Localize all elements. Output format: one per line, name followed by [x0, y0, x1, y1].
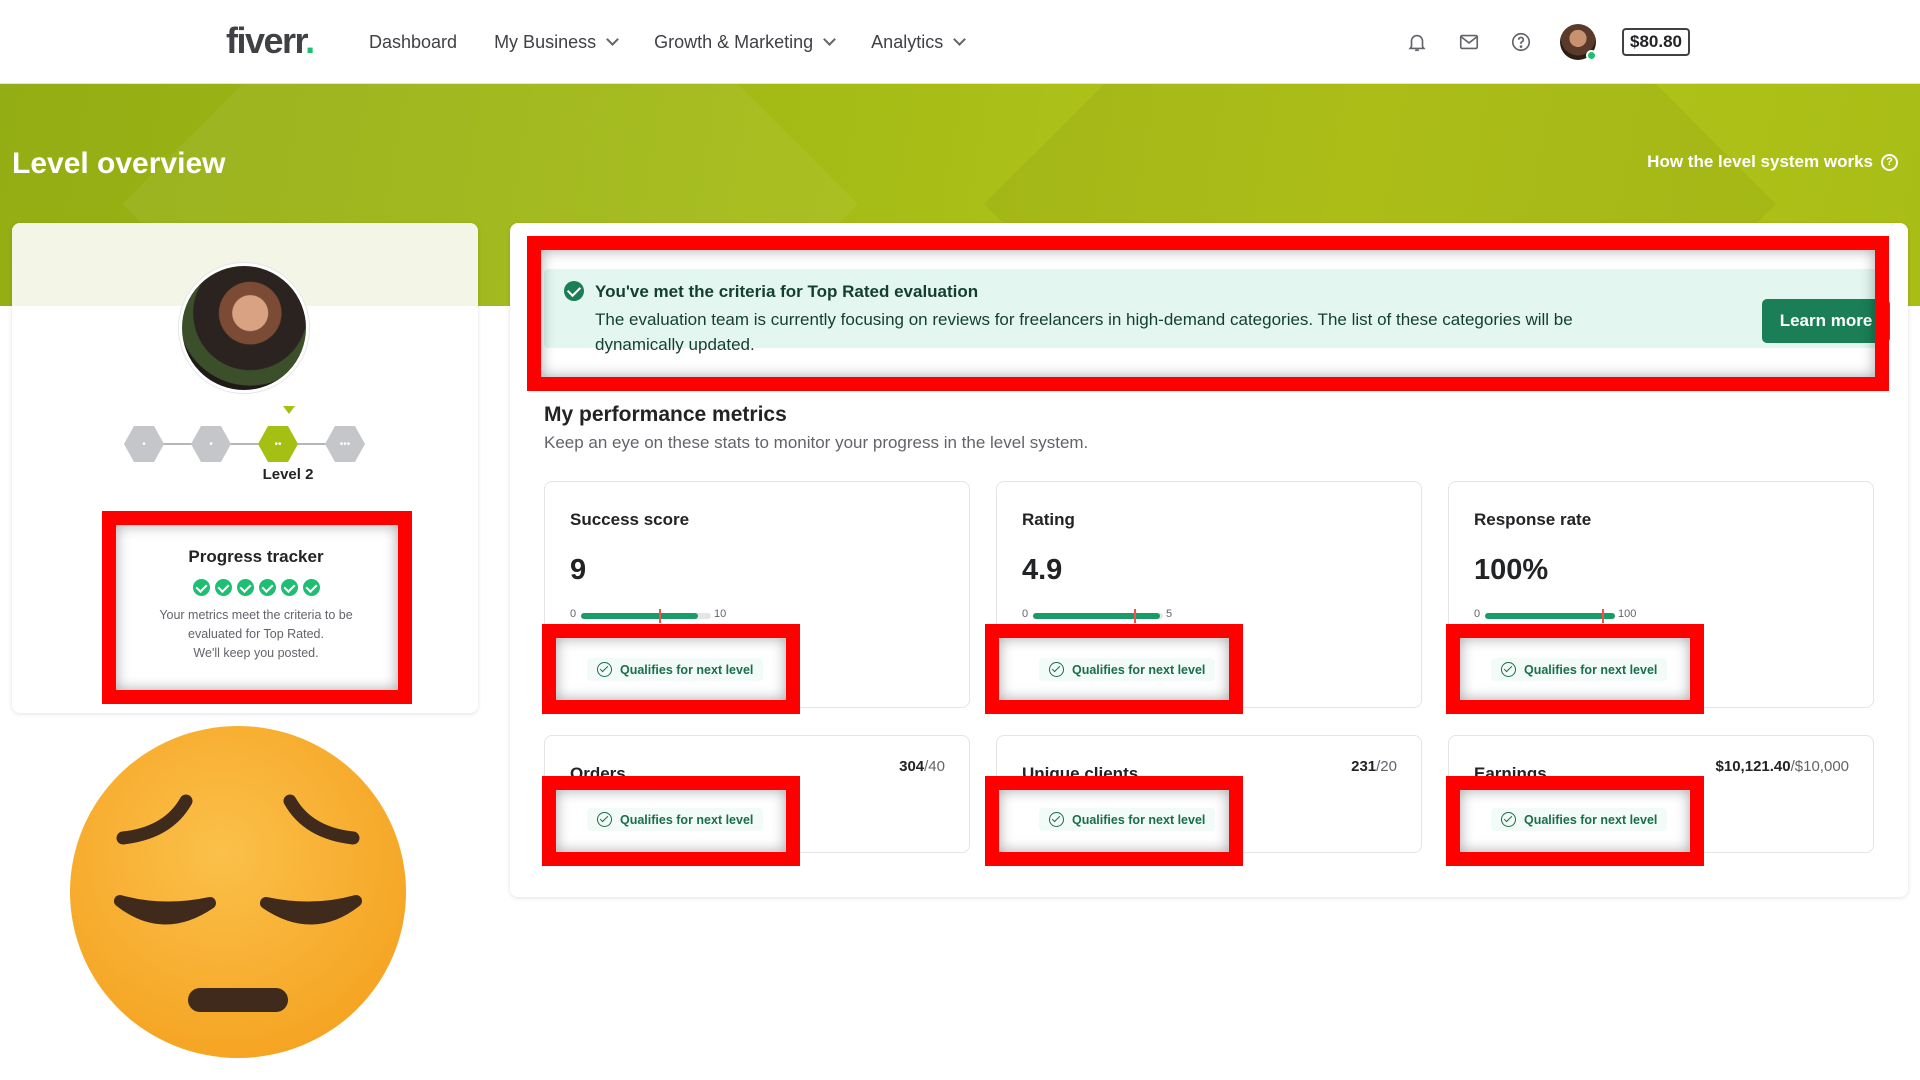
metric-value: 4.9	[1022, 554, 1063, 586]
level-system-link[interactable]: How the level system works ?	[1647, 152, 1898, 172]
metric-count: 231/20	[1351, 758, 1397, 775]
pensive-face-emoji-icon	[70, 726, 406, 1058]
metric-card-unique-clients: Unique clients 231/20 Qualifies for next…	[996, 735, 1422, 853]
chevron-down-icon	[823, 33, 837, 46]
progress-tracker-text: Your metrics meet the criteria to be eva…	[159, 608, 353, 660]
check-icon	[302, 579, 320, 596]
metric-value: 100%	[1474, 554, 1549, 586]
check-circle-icon	[564, 281, 584, 301]
page-title: Level overview	[12, 147, 226, 180]
nav-actions: $80.80	[1404, 0, 1690, 84]
chevron-down-icon	[953, 33, 967, 46]
top-rated-banner: You've met the criteria for Top Rated ev…	[544, 269, 1890, 354]
check-circle-icon	[597, 812, 612, 827]
metric-label: Success score	[570, 510, 690, 529]
banner-text: The evaluation team is currently focusin…	[595, 310, 1573, 354]
check-circle-icon	[1501, 812, 1516, 827]
metric-card-response-rate: Response rate 100% 0 100 Qualifies for n…	[1448, 481, 1874, 708]
metric-count: 304/40	[899, 758, 945, 775]
top-rated-badge: •••	[325, 426, 365, 462]
balance-badge[interactable]: $80.80	[1622, 28, 1690, 56]
check-icon	[236, 579, 254, 596]
metric-label: Orders	[570, 764, 626, 783]
check-icon	[214, 579, 232, 596]
learn-more-button[interactable]: Learn more	[1762, 299, 1890, 343]
qualifies-badge: Qualifies for next level	[1039, 658, 1216, 681]
profile-photo	[179, 263, 309, 393]
metric-card-rating: Rating 4.9 0 5 Qualifies for next level	[996, 481, 1422, 708]
nav-growth-marketing[interactable]: Growth & Marketing	[654, 32, 837, 53]
check-icon	[258, 579, 276, 596]
level-new-seller-badge: •	[124, 426, 164, 462]
metric-label: Rating	[1022, 510, 1075, 529]
chevron-down-icon	[606, 33, 619, 46]
qualifies-badge: Qualifies for next level	[1491, 658, 1668, 681]
level-track: • • •• •••	[124, 419, 365, 469]
metric-progress-bar: 0 10	[570, 606, 726, 626]
level-label: Level 2	[262, 466, 314, 483]
question-icon: ?	[1881, 153, 1898, 171]
metric-label: Unique clients	[1022, 764, 1139, 783]
main-menu: Dashboard My Business Growth & Marketing…	[369, 0, 967, 84]
help-icon[interactable]	[1508, 29, 1534, 55]
qualifies-badge: Qualifies for next level	[1491, 808, 1668, 831]
qualifies-badge: Qualifies for next level	[587, 808, 764, 831]
check-circle-icon	[1049, 812, 1064, 827]
metric-value: 9	[570, 554, 587, 586]
metric-card-orders: Orders 304/40 Qualifies for next level	[544, 735, 970, 853]
metric-label: Earnings	[1474, 764, 1547, 783]
mail-icon[interactable]	[1456, 29, 1482, 55]
banner-title: You've met the criteria for Top Rated ev…	[595, 282, 979, 301]
bell-icon[interactable]	[1404, 29, 1430, 55]
fiverr-logo[interactable]: fiverr.	[226, 20, 315, 62]
check-circle-icon	[1501, 662, 1516, 677]
level-1-badge: •	[191, 426, 231, 462]
performance-card: You've met the criteria for Top Rated ev…	[510, 223, 1908, 897]
top-navigation: fiverr. Dashboard My Business Growth & M…	[0, 0, 1920, 84]
nav-analytics[interactable]: Analytics	[871, 32, 967, 53]
check-circle-icon	[597, 662, 612, 677]
progress-tracker: Progress tracker Your metrics meet the c…	[105, 513, 407, 703]
progress-checks	[105, 579, 407, 596]
current-level-marker-icon	[283, 406, 295, 414]
qualifies-badge: Qualifies for next level	[1039, 808, 1216, 831]
level-2-badge: ••	[258, 426, 298, 462]
metrics-title: My performance metrics	[544, 403, 787, 426]
metric-progress-bar: 0 100	[1474, 606, 1636, 626]
nav-dashboard[interactable]: Dashboard	[369, 32, 457, 53]
online-status-dot	[1586, 50, 1597, 61]
nav-my-business[interactable]: My Business	[494, 32, 619, 53]
qualifies-badge: Qualifies for next level	[587, 658, 764, 681]
metric-count: $10,121.40/$10,000	[1715, 758, 1849, 775]
metric-label: Response rate	[1474, 510, 1592, 529]
user-avatar[interactable]	[1560, 24, 1597, 61]
check-icon	[280, 579, 298, 596]
metric-progress-bar: 0 5	[1022, 606, 1172, 626]
check-icon	[192, 579, 210, 596]
metric-card-earnings: Earnings $10,121.40/$10,000 Qualifies fo…	[1448, 735, 1874, 853]
progress-tracker-title: Progress tracker	[188, 547, 324, 566]
check-circle-icon	[1049, 662, 1064, 677]
metrics-subtitle: Keep an eye on these stats to monitor yo…	[544, 433, 1089, 452]
metric-card-success-score: Success score 9 0 10 Qualifies for next …	[544, 481, 970, 708]
